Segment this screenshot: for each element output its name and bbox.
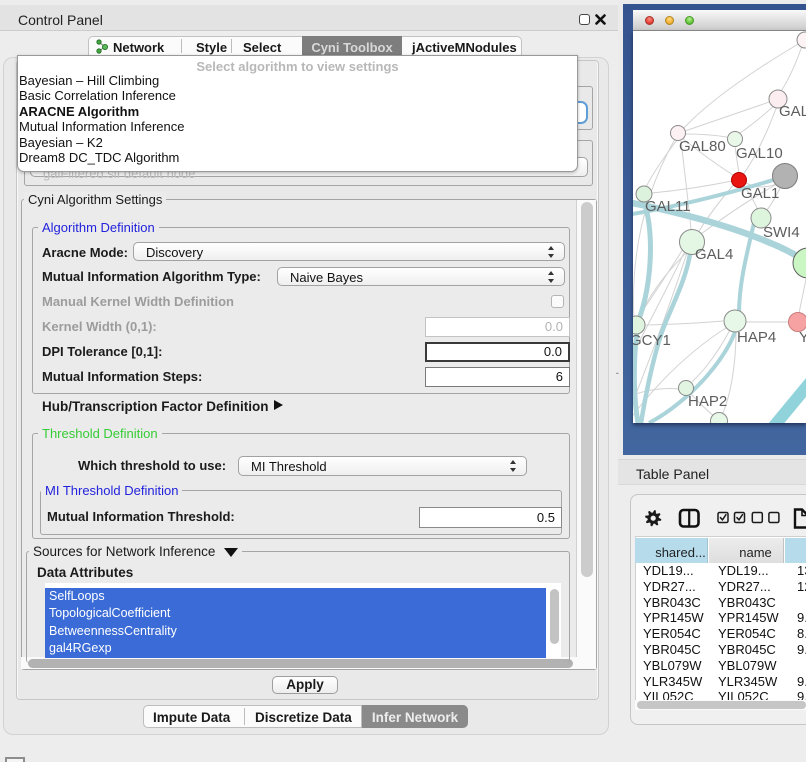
svg-text:GAL80: GAL80 — [679, 138, 726, 155]
svg-text:GAL10: GAL10 — [736, 145, 783, 162]
svg-text:SWI4: SWI4 — [763, 224, 800, 241]
svg-text:GAL7: GAL7 — [779, 103, 806, 120]
svg-text:YM: YM — [799, 329, 806, 346]
svg-text:GAL4: GAL4 — [695, 246, 733, 263]
svg-text:HAP4: HAP4 — [737, 329, 776, 346]
svg-text:GCY1: GCY1 — [633, 332, 671, 349]
svg-text:GAL11: GAL11 — [645, 198, 691, 215]
svg-text:HAP2: HAP2 — [688, 393, 727, 410]
svg-text:GAL1: GAL1 — [741, 185, 779, 202]
